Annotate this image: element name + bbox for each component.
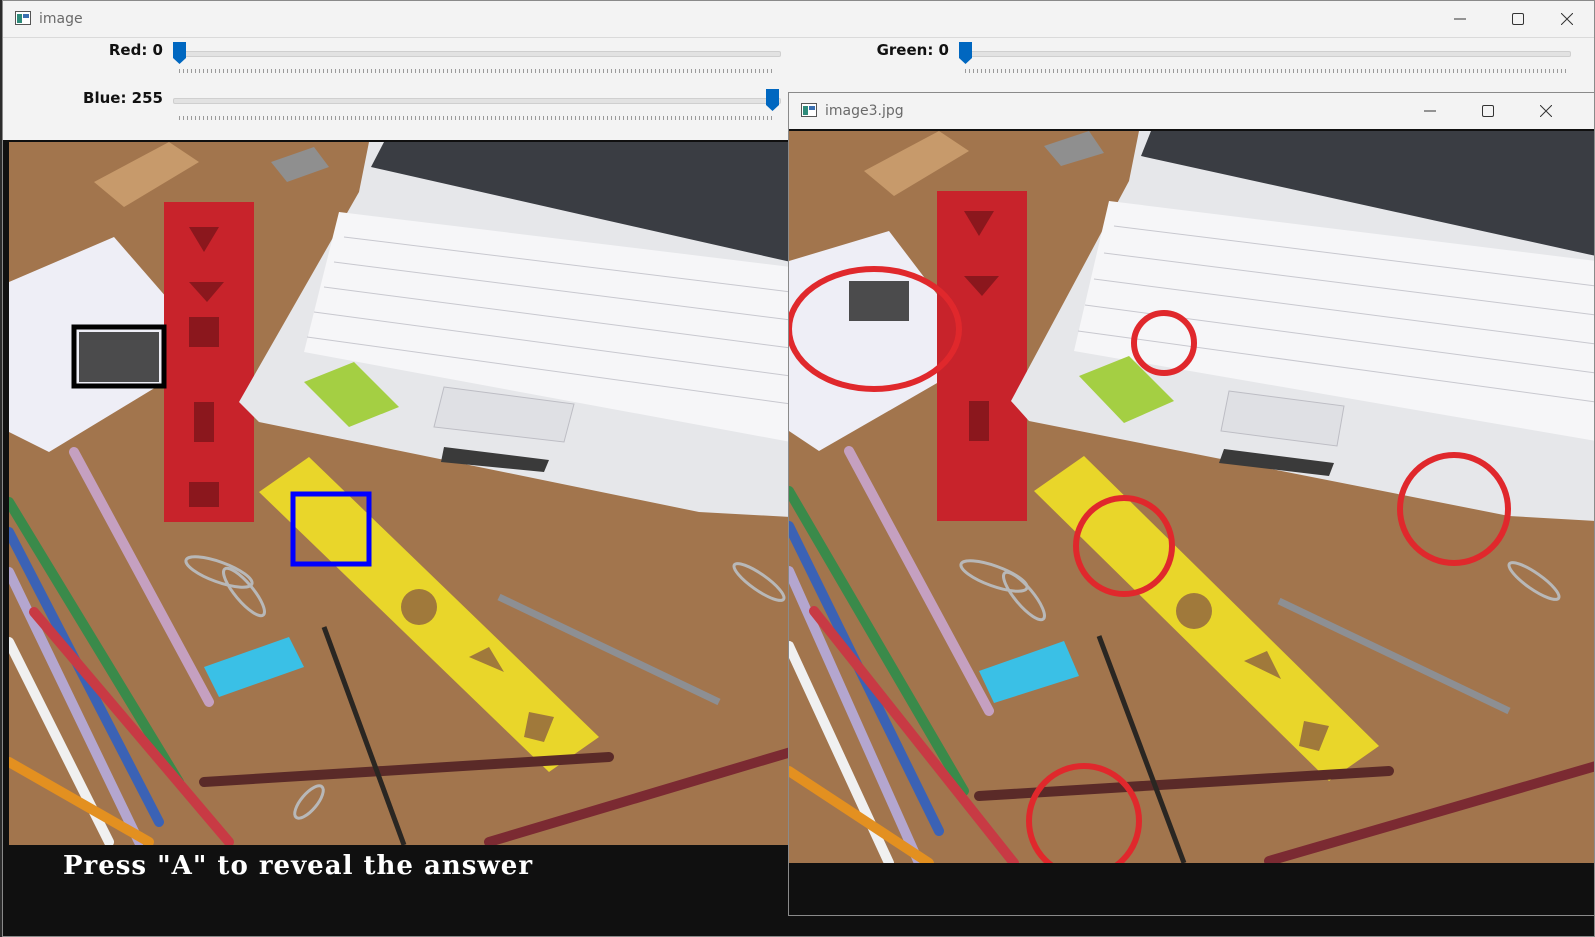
- maximize-icon: [1512, 13, 1524, 25]
- red-trackbar-ticks: [179, 69, 773, 73]
- app-icon: [801, 103, 817, 117]
- answer-window: image3.jpg: [788, 92, 1595, 916]
- blue-trackbar-thumb[interactable]: [766, 89, 779, 111]
- desk-scene-image: [9, 142, 791, 845]
- answer-titlebar[interactable]: image3.jpg: [789, 93, 1594, 129]
- reveal-instruction: Press "A" to reveal the answer: [63, 851, 534, 881]
- red-trackbar-thumb[interactable]: [173, 42, 186, 64]
- close-icon: [1561, 13, 1573, 25]
- close-icon: [1540, 105, 1552, 117]
- desk-scene-answer-image: [789, 131, 1594, 863]
- maximize-icon: [1482, 105, 1494, 117]
- minimize-button[interactable]: [1431, 1, 1489, 37]
- green-trackbar-label: Green: 0: [876, 41, 949, 59]
- answer-image-canvas[interactable]: [789, 131, 1594, 863]
- green-trackbar-thumb[interactable]: [959, 42, 972, 64]
- window-title: image: [39, 11, 83, 27]
- green-trackbar[interactable]: [959, 51, 1571, 57]
- maximize-button[interactable]: [1459, 93, 1517, 129]
- app-icon: [15, 11, 31, 25]
- red-trackbar[interactable]: [173, 51, 781, 57]
- puzzle-image-canvas[interactable]: [9, 142, 791, 845]
- blue-trackbar-ticks: [179, 116, 773, 120]
- main-titlebar[interactable]: image: [3, 1, 1594, 37]
- blue-trackbar[interactable]: [173, 98, 781, 104]
- blue-trackbar-label: Blue: 255: [83, 89, 163, 107]
- red-trackbar-label: Red: 0: [108, 41, 163, 59]
- minimize-icon: [1424, 110, 1436, 112]
- green-trackbar-ticks: [965, 69, 1569, 73]
- minimize-button[interactable]: [1401, 93, 1459, 129]
- close-button[interactable]: [1517, 93, 1575, 129]
- window-title: image3.jpg: [825, 103, 904, 119]
- minimize-icon: [1454, 18, 1466, 20]
- close-button[interactable]: [1538, 1, 1594, 37]
